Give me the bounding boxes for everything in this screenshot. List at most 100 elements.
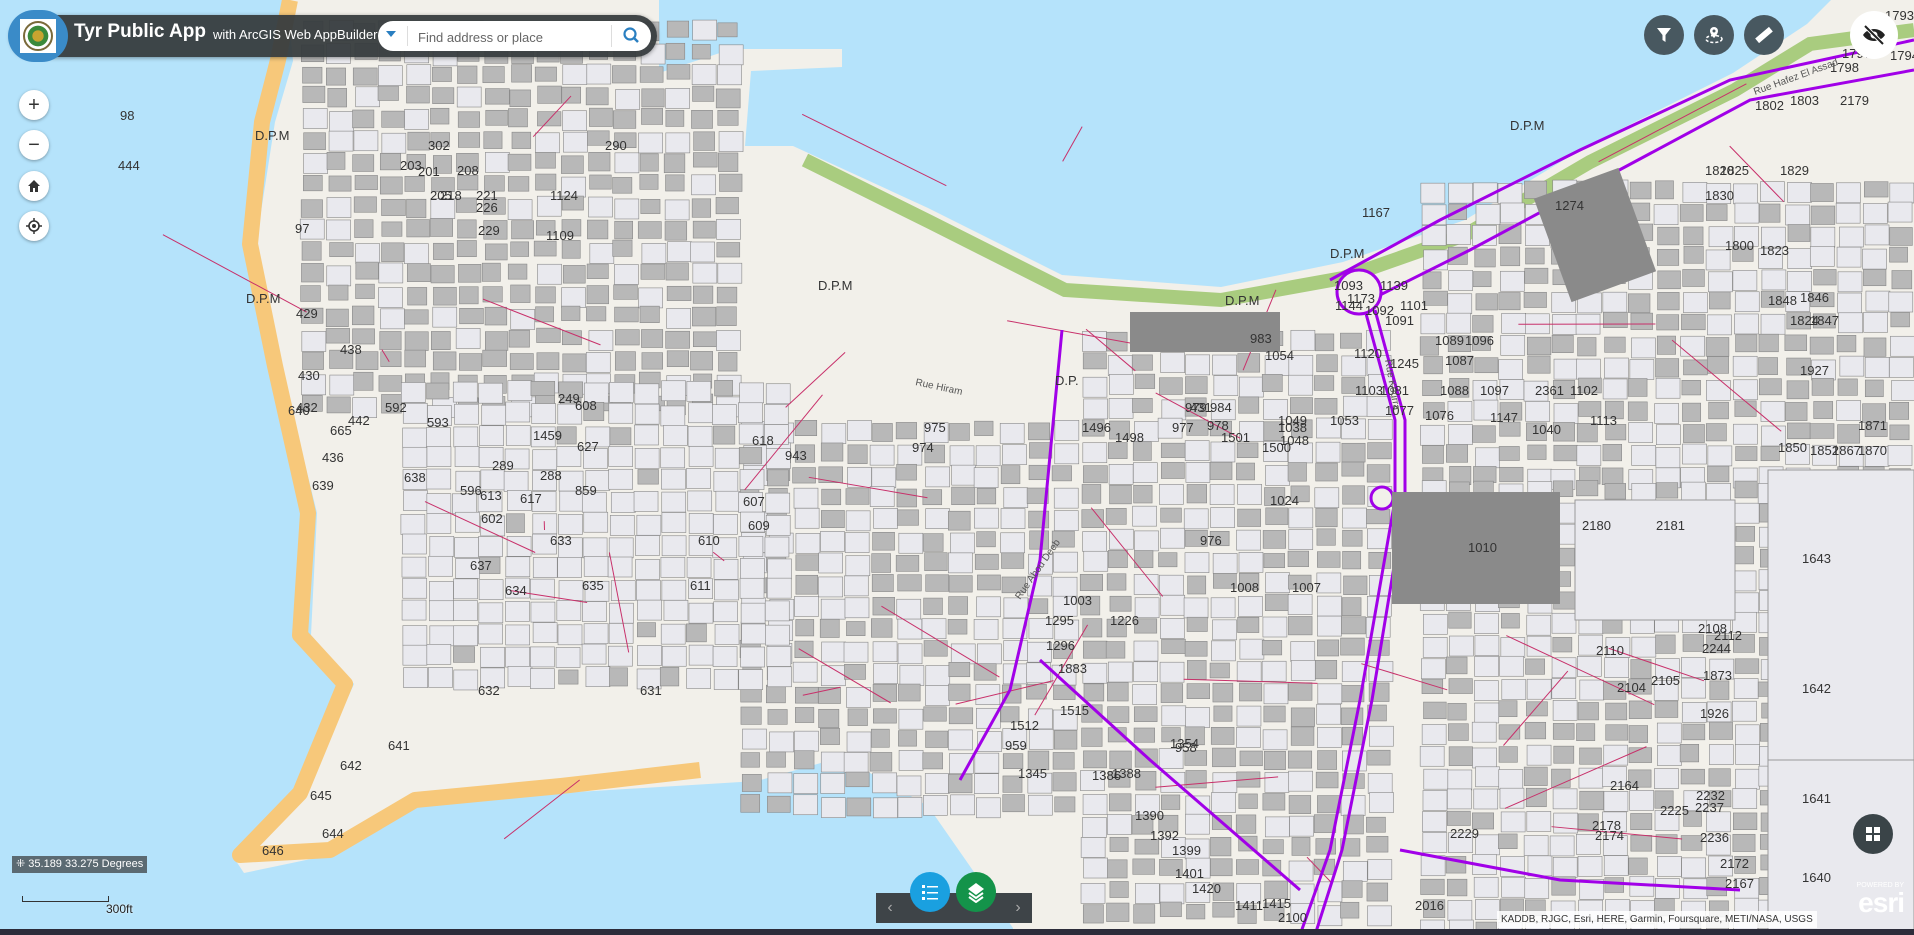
parcel — [1602, 378, 1628, 400]
building — [1288, 795, 1312, 814]
building — [1630, 835, 1653, 852]
building — [1524, 721, 1547, 740]
building — [1341, 442, 1366, 463]
parcel — [1423, 768, 1449, 790]
my-location-button[interactable] — [19, 211, 49, 241]
building — [1107, 859, 1128, 879]
building — [1132, 398, 1153, 413]
measure-button[interactable] — [1744, 15, 1784, 55]
search-input[interactable] — [416, 25, 600, 49]
parcel — [976, 797, 1001, 819]
building — [354, 219, 374, 238]
parcel — [1000, 532, 1025, 554]
map-view[interactable]: D.P.MD.P.MD.P.MD.P.MD.P.MD.P.MD.P.640665… — [0, 0, 1914, 935]
nearby-button[interactable] — [1694, 15, 1734, 55]
building — [1340, 637, 1365, 656]
filter-button[interactable] — [1644, 15, 1684, 55]
parcel — [686, 468, 711, 489]
parcel — [635, 559, 660, 580]
parcel — [535, 132, 560, 154]
parcel-label: 1091 — [1385, 313, 1414, 328]
building — [534, 66, 557, 82]
parcel — [1500, 202, 1525, 224]
parcel — [507, 199, 533, 220]
parcel — [1526, 744, 1552, 766]
parcel — [897, 643, 923, 665]
parcel — [1631, 445, 1656, 466]
parcel — [1787, 182, 1812, 203]
parcel — [638, 287, 663, 309]
building — [691, 110, 713, 129]
building — [1889, 246, 1908, 263]
parcel — [478, 602, 504, 624]
parcel — [429, 625, 455, 647]
parcel — [1159, 618, 1185, 639]
parcel — [1839, 226, 1864, 248]
home-button[interactable] — [19, 171, 49, 201]
building — [1707, 465, 1730, 483]
coordinate-display[interactable]: ⁜ 35.189 33.275 Degrees — [12, 856, 148, 873]
parcel — [1262, 729, 1288, 751]
parcel — [660, 557, 686, 578]
esri-logo[interactable]: POWERED BY esri — [1846, 882, 1905, 928]
building — [1630, 813, 1653, 830]
previous-button[interactable]: ‹ — [876, 893, 904, 923]
legend-button[interactable] — [910, 872, 950, 912]
parcel-label: 1830 — [1705, 188, 1734, 203]
layer-list-button[interactable] — [956, 872, 996, 912]
app-launcher-button[interactable] — [1853, 814, 1893, 854]
building — [947, 619, 968, 635]
building — [1734, 400, 1757, 417]
building — [948, 683, 971, 701]
parcel-label: 429 — [296, 306, 318, 321]
search-source-dropdown[interactable] — [386, 31, 396, 37]
parcel — [872, 772, 897, 794]
parcel — [1887, 445, 1913, 466]
building — [1682, 269, 1705, 287]
parcel — [426, 427, 451, 448]
toggle-visibility-button[interactable] — [1850, 11, 1898, 59]
building — [613, 284, 638, 300]
parcel — [738, 669, 764, 690]
parcel — [1733, 678, 1759, 699]
building — [458, 264, 482, 283]
parcel — [1735, 724, 1760, 746]
parcel — [581, 643, 607, 665]
building — [1758, 333, 1779, 353]
building — [1366, 882, 1389, 902]
map-attribution[interactable]: KADDB, RJGC, Esri, HERE, Garmin, Foursqu… — [1497, 911, 1817, 928]
parcel-label: 208 — [457, 163, 479, 178]
zoom-in-button[interactable]: + — [19, 90, 49, 120]
building — [973, 663, 997, 681]
building — [869, 752, 893, 772]
building — [693, 131, 715, 151]
building — [1475, 293, 1498, 311]
building — [485, 243, 508, 261]
building — [1524, 267, 1549, 284]
search-button[interactable] — [618, 24, 646, 48]
parcel — [740, 602, 766, 624]
parcel — [821, 797, 846, 818]
parcel — [1500, 637, 1526, 658]
parcel — [505, 425, 531, 446]
building — [509, 89, 531, 107]
zoom-out-button[interactable]: − — [19, 130, 49, 160]
next-button[interactable]: › — [1004, 893, 1032, 923]
building — [1501, 613, 1520, 629]
building — [1706, 204, 1728, 221]
building — [407, 131, 430, 151]
parcel-label: 288 — [540, 468, 562, 483]
building — [1447, 703, 1467, 721]
building — [301, 241, 322, 261]
building — [457, 65, 478, 84]
parcel — [1210, 507, 1235, 528]
building — [381, 242, 405, 262]
parcel — [1473, 876, 1499, 898]
layers-icon — [968, 883, 984, 903]
parcel — [1732, 355, 1758, 377]
building — [355, 283, 375, 299]
parcel — [948, 729, 973, 751]
building — [1287, 462, 1307, 482]
municipality-seal — [20, 19, 56, 53]
building — [379, 153, 402, 171]
